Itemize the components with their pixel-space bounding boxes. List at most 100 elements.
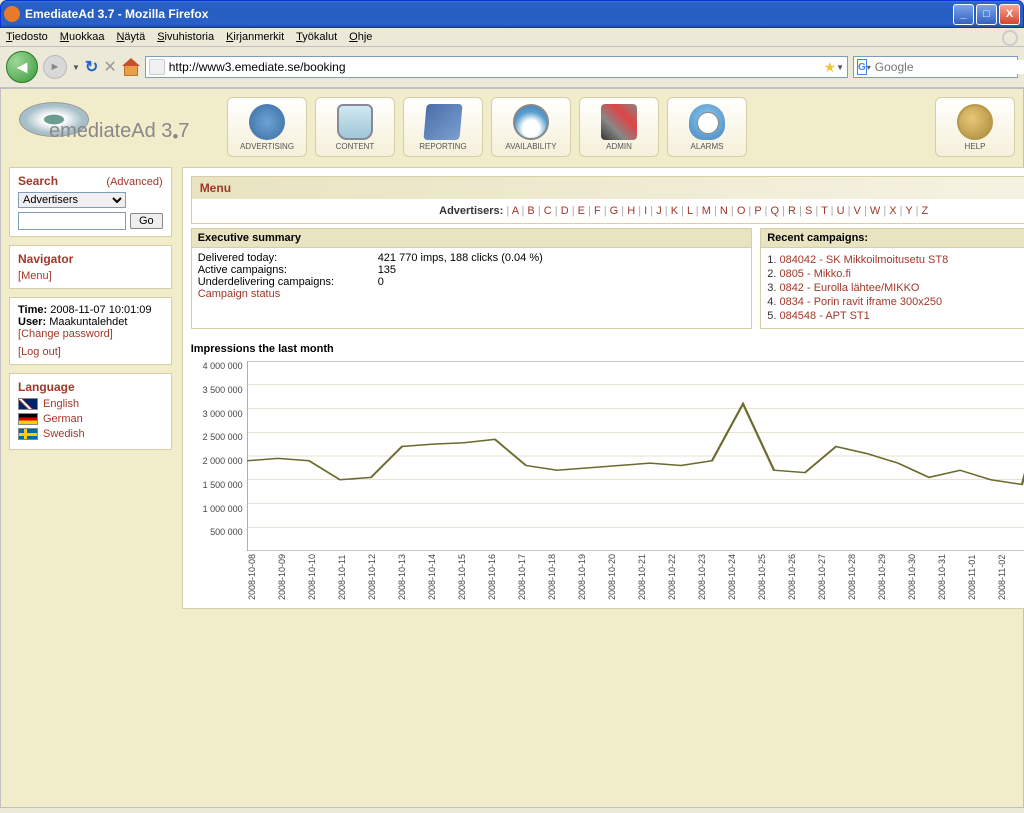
time-value: 2008-11-07 10:01:09 [50, 304, 151, 316]
az-link-F[interactable]: F [594, 205, 601, 217]
az-link-D[interactable]: D [561, 205, 569, 217]
recent-campaign-link[interactable]: 0842 - Eurolla lähtee/MIKKO [779, 282, 919, 294]
az-link-C[interactable]: C [544, 205, 552, 217]
under-label: Underdelivering campaigns: [198, 276, 378, 288]
delivered-label: Delivered today: [198, 252, 378, 264]
navigator-menu-link[interactable]: Menu [21, 270, 49, 282]
az-link-M[interactable]: M [702, 205, 711, 217]
lang-english[interactable]: English [18, 398, 163, 410]
delivered-value: 421 770 imps, 188 clicks (0.04 %) [378, 252, 543, 264]
reporting-icon [423, 104, 462, 140]
recent-campaign-link[interactable]: 084548 - APT ST1 [779, 310, 869, 322]
recent-campaign-link[interactable]: 084042 - SK Mikkoilmoitusetu ST8 [779, 254, 948, 266]
app-logo: emediateAd 3•7 [9, 97, 219, 157]
az-link-W[interactable]: W [870, 205, 880, 217]
az-link-G[interactable]: G [610, 205, 619, 217]
user-label: User: [18, 316, 46, 328]
az-link-R[interactable]: R [788, 205, 796, 217]
az-link-X[interactable]: X [889, 205, 896, 217]
bookmark-star-icon[interactable]: ★ [824, 59, 837, 76]
nav-admin[interactable]: ADMIN [579, 97, 659, 157]
window-title: EmediateAd 3.7 - Mozilla Firefox [25, 7, 953, 21]
minimize-button[interactable]: _ [953, 4, 974, 25]
search-advanced-link[interactable]: (Advanced) [106, 176, 162, 188]
url-input[interactable] [169, 60, 824, 74]
search-panel: Search (Advanced) Advertisers Go [9, 167, 172, 237]
main-content: Menu Advertisers: | A | B | C | D | E | … [182, 167, 1024, 609]
search-input[interactable] [18, 212, 126, 230]
under-value: 0 [378, 276, 384, 288]
page-favicon-icon [149, 59, 165, 75]
az-link-Z[interactable]: Z [922, 205, 929, 217]
az-link-E[interactable]: E [578, 205, 585, 217]
page-content: emediateAd 3•7 ADVERTISING CONTENT REPOR… [0, 88, 1024, 808]
menu-ohje[interactable]: Ohje [349, 31, 372, 43]
search-title: Search [18, 174, 58, 188]
flag-de-icon [18, 413, 38, 425]
exec-summary-title: Executive summary [192, 229, 752, 248]
recent-title: Recent campaigns: [761, 229, 1024, 248]
admin-icon [601, 104, 637, 140]
az-link-Q[interactable]: Q [770, 205, 779, 217]
menu-muokkaa[interactable]: Muokkaa [60, 31, 105, 43]
chart: 4 000 0003 500 0003 000 0002 500 0002 00… [191, 361, 1024, 554]
az-link-P[interactable]: P [754, 205, 761, 217]
active-value: 135 [378, 264, 396, 276]
active-label: Active campaigns: [198, 264, 378, 276]
lang-swedish[interactable]: Swedish [18, 428, 163, 440]
history-dropdown[interactable]: ▼ [72, 63, 80, 72]
firefox-icon [4, 6, 20, 22]
lang-german[interactable]: German [18, 413, 163, 425]
change-password-link[interactable]: Change password [21, 328, 110, 340]
advertising-icon [249, 104, 285, 140]
url-dropdown[interactable]: ▼ [836, 63, 844, 72]
az-link-H[interactable]: H [627, 205, 635, 217]
az-link-K[interactable]: K [671, 205, 678, 217]
search-go-button[interactable]: Go [130, 213, 163, 229]
user-value: Maakuntalehdet [49, 316, 127, 328]
reload-button[interactable]: ↻ [85, 57, 98, 77]
search-box[interactable]: G ▾ 🔍 [853, 56, 1018, 78]
menu-tyokalut[interactable]: Työkalut [296, 31, 337, 43]
nav-availability[interactable]: AVAILABILITY [491, 97, 571, 157]
menu-sivuhistoria[interactable]: Sivuhistoria [157, 31, 214, 43]
window-titlebar: EmediateAd 3.7 - Mozilla Firefox _ □ X [0, 0, 1024, 28]
close-button[interactable]: X [999, 4, 1020, 25]
campaign-status-link[interactable]: Campaign status [198, 288, 281, 300]
browser-toolbar: ◄ ► ▼ ↻ ✕ ★ ▼ G ▾ 🔍 [0, 47, 1024, 88]
search-input-browser[interactable] [871, 60, 1024, 74]
main-menu-header: Menu [191, 176, 1024, 199]
menu-tiedosto[interactable]: Tiedosto [6, 31, 48, 43]
chart-svg [247, 361, 1024, 551]
chart-y-axis: 4 000 0003 500 0003 000 0002 500 0002 00… [191, 361, 247, 551]
logout-link[interactable]: Log out [21, 346, 58, 358]
nav-reporting[interactable]: REPORTING [403, 97, 483, 157]
url-bar[interactable]: ★ ▼ [145, 56, 848, 78]
nav-content[interactable]: CONTENT [315, 97, 395, 157]
maximize-button[interactable]: □ [976, 4, 997, 25]
forward-button[interactable]: ► [43, 55, 67, 79]
nav-advertising[interactable]: ADVERTISING [227, 97, 307, 157]
language-title: Language [18, 380, 163, 394]
throbber-icon [1002, 30, 1018, 46]
session-panel: Time: 2008-11-07 10:01:09 User: Maakunta… [9, 297, 172, 365]
az-link-U[interactable]: U [837, 205, 845, 217]
app-topnav: emediateAd 3•7 ADVERTISING CONTENT REPOR… [9, 97, 1015, 157]
back-button[interactable]: ◄ [6, 51, 38, 83]
az-link-B[interactable]: B [527, 205, 534, 217]
az-link-V[interactable]: V [854, 205, 861, 217]
az-link-Y[interactable]: Y [905, 205, 912, 217]
menu-nayta[interactable]: Näytä [116, 31, 145, 43]
recent-campaign-link[interactable]: 0834 - Porin ravit iframe 300x250 [779, 296, 942, 308]
recent-campaign-link[interactable]: 0805 - Mikko.fi [779, 268, 851, 280]
logo-text: emediateAd 3•7 [49, 120, 189, 147]
nav-alarms[interactable]: ALARMS [667, 97, 747, 157]
google-icon[interactable]: G [857, 59, 867, 75]
time-label: Time: [18, 304, 47, 316]
az-link-N[interactable]: N [720, 205, 728, 217]
menu-kirjanmerkit[interactable]: Kirjanmerkit [226, 31, 284, 43]
search-category-select[interactable]: Advertisers [18, 192, 126, 208]
home-button[interactable] [122, 58, 140, 76]
stop-button[interactable]: ✕ [103, 57, 116, 77]
nav-help[interactable]: HELP [935, 97, 1015, 157]
